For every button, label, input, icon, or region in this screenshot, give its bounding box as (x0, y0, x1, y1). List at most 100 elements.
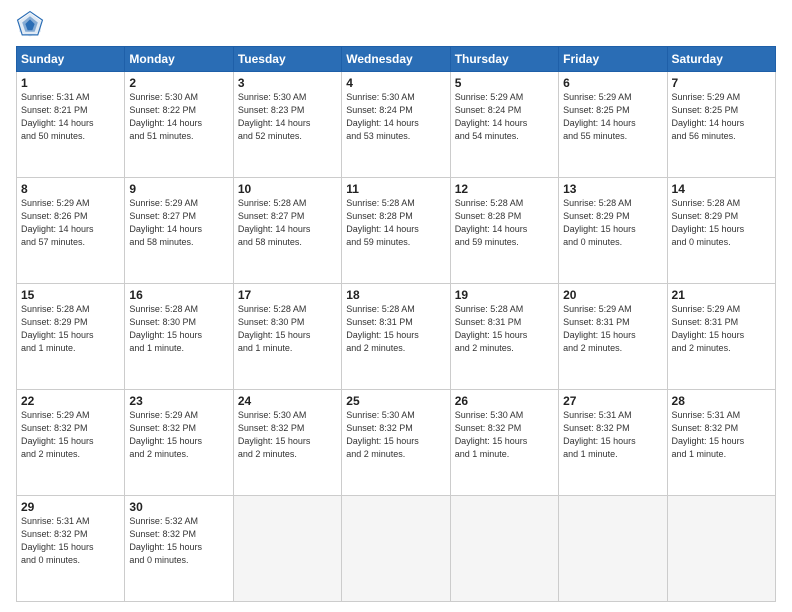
day-info: Sunrise: 5:29 AM Sunset: 8:25 PM Dayligh… (563, 91, 662, 143)
day-info: Sunrise: 5:28 AM Sunset: 8:28 PM Dayligh… (346, 197, 445, 249)
day-info: Sunrise: 5:29 AM Sunset: 8:31 PM Dayligh… (563, 303, 662, 355)
calendar-cell-28: 28Sunrise: 5:31 AM Sunset: 8:32 PM Dayli… (667, 390, 775, 496)
day-number: 24 (238, 394, 337, 408)
day-number: 11 (346, 182, 445, 196)
calendar-header-tuesday: Tuesday (233, 47, 341, 72)
calendar-cell-13: 13Sunrise: 5:28 AM Sunset: 8:29 PM Dayli… (559, 178, 667, 284)
calendar-header-wednesday: Wednesday (342, 47, 450, 72)
calendar-cell-1: 1Sunrise: 5:31 AM Sunset: 8:21 PM Daylig… (17, 72, 125, 178)
calendar-header-monday: Monday (125, 47, 233, 72)
day-info: Sunrise: 5:28 AM Sunset: 8:31 PM Dayligh… (455, 303, 554, 355)
calendar-cell-10: 10Sunrise: 5:28 AM Sunset: 8:27 PM Dayli… (233, 178, 341, 284)
calendar-week-2: 8Sunrise: 5:29 AM Sunset: 8:26 PM Daylig… (17, 178, 776, 284)
day-number: 10 (238, 182, 337, 196)
day-info: Sunrise: 5:30 AM Sunset: 8:32 PM Dayligh… (455, 409, 554, 461)
day-number: 8 (21, 182, 120, 196)
day-number: 20 (563, 288, 662, 302)
day-number: 4 (346, 76, 445, 90)
day-number: 13 (563, 182, 662, 196)
calendar-cell-18: 18Sunrise: 5:28 AM Sunset: 8:31 PM Dayli… (342, 284, 450, 390)
day-number: 6 (563, 76, 662, 90)
day-info: Sunrise: 5:28 AM Sunset: 8:27 PM Dayligh… (238, 197, 337, 249)
day-info: Sunrise: 5:31 AM Sunset: 8:21 PM Dayligh… (21, 91, 120, 143)
calendar-cell-23: 23Sunrise: 5:29 AM Sunset: 8:32 PM Dayli… (125, 390, 233, 496)
day-info: Sunrise: 5:28 AM Sunset: 8:29 PM Dayligh… (21, 303, 120, 355)
calendar-cell-21: 21Sunrise: 5:29 AM Sunset: 8:31 PM Dayli… (667, 284, 775, 390)
calendar-cell-24: 24Sunrise: 5:30 AM Sunset: 8:32 PM Dayli… (233, 390, 341, 496)
day-number: 25 (346, 394, 445, 408)
day-number: 26 (455, 394, 554, 408)
day-number: 3 (238, 76, 337, 90)
day-number: 18 (346, 288, 445, 302)
day-info: Sunrise: 5:29 AM Sunset: 8:25 PM Dayligh… (672, 91, 771, 143)
calendar-week-1: 1Sunrise: 5:31 AM Sunset: 8:21 PM Daylig… (17, 72, 776, 178)
calendar-cell-8: 8Sunrise: 5:29 AM Sunset: 8:26 PM Daylig… (17, 178, 125, 284)
day-number: 9 (129, 182, 228, 196)
calendar-cell-30: 30Sunrise: 5:32 AM Sunset: 8:32 PM Dayli… (125, 496, 233, 602)
day-info: Sunrise: 5:30 AM Sunset: 8:32 PM Dayligh… (238, 409, 337, 461)
calendar-cell-22: 22Sunrise: 5:29 AM Sunset: 8:32 PM Dayli… (17, 390, 125, 496)
calendar-week-3: 15Sunrise: 5:28 AM Sunset: 8:29 PM Dayli… (17, 284, 776, 390)
calendar-cell-2: 2Sunrise: 5:30 AM Sunset: 8:22 PM Daylig… (125, 72, 233, 178)
day-info: Sunrise: 5:30 AM Sunset: 8:23 PM Dayligh… (238, 91, 337, 143)
day-number: 29 (21, 500, 120, 514)
calendar-cell-7: 7Sunrise: 5:29 AM Sunset: 8:25 PM Daylig… (667, 72, 775, 178)
calendar-cell-empty (342, 496, 450, 602)
day-info: Sunrise: 5:28 AM Sunset: 8:30 PM Dayligh… (129, 303, 228, 355)
calendar-cell-6: 6Sunrise: 5:29 AM Sunset: 8:25 PM Daylig… (559, 72, 667, 178)
calendar-header-thursday: Thursday (450, 47, 558, 72)
logo-icon (16, 10, 44, 38)
day-number: 23 (129, 394, 228, 408)
day-info: Sunrise: 5:29 AM Sunset: 8:31 PM Dayligh… (672, 303, 771, 355)
day-number: 14 (672, 182, 771, 196)
day-number: 21 (672, 288, 771, 302)
logo (16, 10, 48, 38)
day-number: 5 (455, 76, 554, 90)
day-number: 12 (455, 182, 554, 196)
calendar-cell-5: 5Sunrise: 5:29 AM Sunset: 8:24 PM Daylig… (450, 72, 558, 178)
calendar-cell-19: 19Sunrise: 5:28 AM Sunset: 8:31 PM Dayli… (450, 284, 558, 390)
calendar-cell-20: 20Sunrise: 5:29 AM Sunset: 8:31 PM Dayli… (559, 284, 667, 390)
calendar-cell-14: 14Sunrise: 5:28 AM Sunset: 8:29 PM Dayli… (667, 178, 775, 284)
day-number: 7 (672, 76, 771, 90)
day-info: Sunrise: 5:29 AM Sunset: 8:32 PM Dayligh… (21, 409, 120, 461)
calendar-cell-15: 15Sunrise: 5:28 AM Sunset: 8:29 PM Dayli… (17, 284, 125, 390)
calendar-week-5: 29Sunrise: 5:31 AM Sunset: 8:32 PM Dayli… (17, 496, 776, 602)
page: SundayMondayTuesdayWednesdayThursdayFrid… (0, 0, 792, 612)
day-info: Sunrise: 5:29 AM Sunset: 8:27 PM Dayligh… (129, 197, 228, 249)
calendar-header-sunday: Sunday (17, 47, 125, 72)
calendar-cell-empty (667, 496, 775, 602)
calendar-cell-26: 26Sunrise: 5:30 AM Sunset: 8:32 PM Dayli… (450, 390, 558, 496)
calendar-cell-17: 17Sunrise: 5:28 AM Sunset: 8:30 PM Dayli… (233, 284, 341, 390)
day-info: Sunrise: 5:30 AM Sunset: 8:22 PM Dayligh… (129, 91, 228, 143)
calendar-header-row: SundayMondayTuesdayWednesdayThursdayFrid… (17, 47, 776, 72)
calendar-cell-4: 4Sunrise: 5:30 AM Sunset: 8:24 PM Daylig… (342, 72, 450, 178)
day-info: Sunrise: 5:28 AM Sunset: 8:28 PM Dayligh… (455, 197, 554, 249)
day-number: 28 (672, 394, 771, 408)
calendar-cell-empty (450, 496, 558, 602)
calendar-cell-empty (559, 496, 667, 602)
header (16, 10, 776, 38)
day-info: Sunrise: 5:31 AM Sunset: 8:32 PM Dayligh… (672, 409, 771, 461)
day-number: 27 (563, 394, 662, 408)
day-info: Sunrise: 5:32 AM Sunset: 8:32 PM Dayligh… (129, 515, 228, 567)
calendar-header-friday: Friday (559, 47, 667, 72)
day-number: 19 (455, 288, 554, 302)
calendar-cell-16: 16Sunrise: 5:28 AM Sunset: 8:30 PM Dayli… (125, 284, 233, 390)
calendar-week-4: 22Sunrise: 5:29 AM Sunset: 8:32 PM Dayli… (17, 390, 776, 496)
day-info: Sunrise: 5:28 AM Sunset: 8:29 PM Dayligh… (563, 197, 662, 249)
day-number: 30 (129, 500, 228, 514)
day-info: Sunrise: 5:29 AM Sunset: 8:24 PM Dayligh… (455, 91, 554, 143)
day-number: 1 (21, 76, 120, 90)
calendar-cell-9: 9Sunrise: 5:29 AM Sunset: 8:27 PM Daylig… (125, 178, 233, 284)
calendar-cell-11: 11Sunrise: 5:28 AM Sunset: 8:28 PM Dayli… (342, 178, 450, 284)
day-info: Sunrise: 5:31 AM Sunset: 8:32 PM Dayligh… (563, 409, 662, 461)
day-info: Sunrise: 5:28 AM Sunset: 8:29 PM Dayligh… (672, 197, 771, 249)
calendar-cell-empty (233, 496, 341, 602)
day-number: 17 (238, 288, 337, 302)
day-info: Sunrise: 5:29 AM Sunset: 8:26 PM Dayligh… (21, 197, 120, 249)
calendar-header-saturday: Saturday (667, 47, 775, 72)
calendar-cell-12: 12Sunrise: 5:28 AM Sunset: 8:28 PM Dayli… (450, 178, 558, 284)
calendar-cell-25: 25Sunrise: 5:30 AM Sunset: 8:32 PM Dayli… (342, 390, 450, 496)
day-info: Sunrise: 5:28 AM Sunset: 8:30 PM Dayligh… (238, 303, 337, 355)
